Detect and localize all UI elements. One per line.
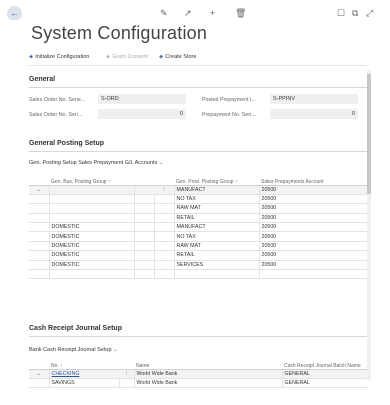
posted-prepayment-label: Posted Prepayment I... (202, 97, 256, 103)
table-row[interactable]: NO TAX 20500 (29, 194, 369, 205)
more-options-icon[interactable]: ⋮ (119, 369, 134, 379)
action-icon: ◈ (159, 54, 164, 60)
table-row[interactable]: → ⋮ MANUFACT 20500 (29, 185, 369, 195)
section-title-cash-receipt[interactable]: Cash Receipt Journal Setup (29, 325, 122, 332)
grant-consent-button[interactable]: ◈ Grant Consent (106, 54, 148, 60)
table-row[interactable]: DOMESTIC RETAIL 20500 (29, 250, 369, 261)
col-header-prod-group[interactable]: Gen. Prod. Posting Group ↑ (174, 173, 259, 186)
col-header-name[interactable]: Name (134, 357, 282, 370)
open-new-window-icon[interactable]: ⧉ (352, 8, 358, 19)
action-icon: ◈ (106, 54, 111, 60)
sales-order-series-label: Sales Order No. Serie... (29, 97, 86, 103)
col-header-no[interactable]: No. ↑ (49, 357, 119, 370)
bank-no-link[interactable]: CHECKING (52, 371, 80, 377)
page-title: System Configuration (31, 23, 208, 43)
prepayment-seri-field[interactable]: 0 (270, 109, 358, 119)
delete-trash-icon[interactable]: 🗑 (235, 8, 246, 19)
cash-subpart-label[interactable]: Bank Cash Receipt Journal Setup ⌄ (29, 347, 118, 353)
table-row[interactable]: → CHECKING ⋮ World Wide Bank GENERAL (29, 369, 369, 379)
table-row[interactable] (29, 269, 369, 280)
sales-order-seri-field[interactable]: 0 (98, 109, 186, 119)
sales-order-seri-label: Sales Order No. Seri... (29, 112, 83, 118)
more-options-icon[interactable]: ⋮ (154, 185, 174, 195)
col-header-bus-group[interactable]: Gen. Bus. Posting Group ↑ (49, 173, 134, 186)
cash-receipt-grid: No. ↑ Name Cash Receipt Journal Batch Na… (29, 357, 369, 389)
row-arrow-icon: → (29, 185, 49, 195)
scrollbar-thumb[interactable] (367, 74, 371, 194)
vertical-scrollbar[interactable] (367, 70, 371, 380)
divider (29, 87, 369, 88)
posted-prepayment-field[interactable]: S-PPINV (270, 94, 358, 104)
divider (29, 65, 369, 66)
table-row[interactable]: DOMESTIC MANUFACT 20500 (29, 222, 369, 233)
table-row[interactable]: DOMESTIC RAW MAT 20500 (29, 241, 369, 252)
col-header-prepay-account[interactable]: Sales Prepayments Account (259, 173, 369, 186)
collapse-icon[interactable]: ⤢ (366, 8, 373, 19)
table-row[interactable]: RAW MAT 20500 (29, 203, 369, 214)
row-arrow-icon: → (29, 369, 49, 379)
action-bar: ◈ Initialize Configuration ◈ Grant Consent… (29, 52, 369, 64)
table-row[interactable]: DOMESTIC NO TAX 20500 (29, 231, 369, 242)
new-plus-icon[interactable]: + (210, 8, 215, 18)
edit-pencil-icon[interactable]: ✎ (160, 8, 168, 19)
table-row[interactable]: SAVINGS World Wide Bank GENERAL (29, 378, 369, 389)
general-posting-grid: Gen. Bus. Posting Group ↑ Gen. Prod. Pos… (29, 173, 369, 280)
create-store-button[interactable]: ◈ Create Store (159, 54, 196, 60)
action-icon: ◈ (29, 54, 34, 60)
section-title-general-posting[interactable]: General Posting Setup (29, 140, 104, 147)
share-icon[interactable]: ↗ (184, 8, 192, 19)
divider (29, 336, 369, 337)
posting-subpart-label[interactable]: Gen. Posting Setup Sales Prepayment G/L … (29, 160, 163, 166)
section-title-general[interactable]: General (29, 76, 55, 83)
initialize-configuration-button[interactable]: ◈ Initialize Configuration (29, 54, 89, 60)
bookmark-icon[interactable]: ☐ (337, 8, 345, 19)
back-arrow-icon[interactable]: ← (7, 6, 22, 21)
sales-order-series-field[interactable]: S-ORD (98, 94, 186, 104)
divider (29, 151, 369, 152)
col-header-batch-name[interactable]: Cash Receipt Journal Batch Name (282, 357, 369, 370)
table-row[interactable]: DOMESTIC SERVICES 20500 (29, 260, 369, 271)
table-row[interactable]: RETAIL 20500 (29, 213, 369, 224)
page-content: System Configuration ◈ Initialize Configu… (12, 20, 378, 405)
chevron-down-icon: ⌄ (158, 160, 164, 166)
chevron-down-icon: ⌄ (113, 347, 118, 353)
prepayment-seri-label: Prepayment No. Seri... (202, 112, 256, 118)
